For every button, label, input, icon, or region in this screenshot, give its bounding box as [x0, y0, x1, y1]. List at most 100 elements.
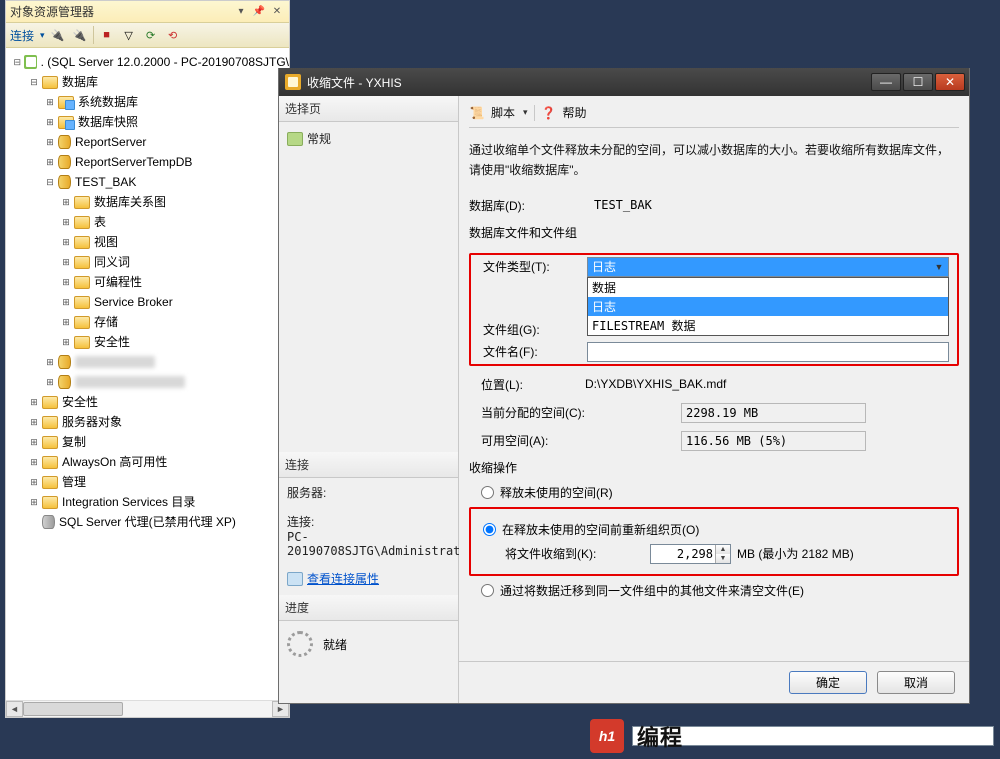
- description-text: 通过收缩单个文件释放未分配的空间，可以减小数据库的大小。若要收缩所有数据库文件，…: [469, 140, 959, 181]
- dialog-right-panel: 📜 脚本▾ ❓ 帮助 通过收缩单个文件释放未分配的空间，可以减小数据库的大小。若…: [459, 96, 969, 703]
- tree-hidden2[interactable]: ⊞: [12, 372, 289, 392]
- explorer-header: 对象资源管理器 ▾ 📌 ✕: [6, 1, 289, 23]
- progress-spinner-icon: [287, 631, 313, 657]
- pin-icon[interactable]: 📌: [251, 4, 267, 20]
- explorer-tree[interactable]: ⊟. (SQL Server 12.0.2000 - PC-20190708SJ…: [6, 48, 289, 703]
- tree-management[interactable]: ⊞管理: [12, 472, 289, 492]
- spin-down-icon[interactable]: ▼: [716, 554, 730, 563]
- connection-title: 连接: [279, 452, 458, 478]
- horizontal-scrollbar[interactable]: ◄ ►: [6, 700, 289, 717]
- tree-integration[interactable]: ⊞Integration Services 目录: [12, 492, 289, 512]
- radio-empty[interactable]: 通过将数据迁移到同一文件组中的其他文件来清空文件(E): [481, 582, 959, 599]
- tree-root[interactable]: ⊟. (SQL Server 12.0.2000 - PC-20190708SJ…: [12, 52, 289, 72]
- sync-icon[interactable]: ⟲: [164, 26, 182, 44]
- tree-testbak[interactable]: ⊟TEST_BAK: [12, 172, 289, 192]
- radio-release[interactable]: 释放未使用的空间(R): [481, 484, 959, 501]
- shrink-title: 收缩操作: [469, 459, 959, 476]
- help-icon: ❓: [541, 105, 557, 121]
- refresh-icon[interactable]: ⟳: [142, 26, 160, 44]
- reorganize-highlight: 在释放未使用的空间前重新组织页(O) 将文件收缩到(K): ▲▼ MB (最小为…: [469, 507, 959, 576]
- radio-reorganize-input[interactable]: [483, 523, 496, 536]
- tree-synonyms[interactable]: ⊞同义词: [12, 252, 289, 272]
- dropdown-icon[interactable]: ▾: [233, 4, 249, 20]
- script-icon: 📜: [469, 105, 485, 121]
- tree-servicebroker[interactable]: ⊞Service Broker: [12, 292, 289, 312]
- close-button[interactable]: ✕: [935, 73, 965, 91]
- minimize-button[interactable]: —: [871, 73, 901, 91]
- ok-button[interactable]: 确定: [789, 671, 867, 694]
- connect-icon[interactable]: 🔌: [49, 26, 67, 44]
- radio-reorganize[interactable]: 在释放未使用的空间前重新组织页(O): [483, 521, 953, 538]
- tree-alwayson[interactable]: ⊞AlwaysOn 高可用性: [12, 452, 289, 472]
- alloc-value: 2298.19 MB: [681, 403, 866, 423]
- filetype-option-log[interactable]: 日志: [588, 297, 948, 316]
- filename-input[interactable]: [587, 342, 949, 362]
- filetype-combo[interactable]: 日志▼ 数据 日志 FILESTREAM 数据: [587, 257, 949, 277]
- script-button[interactable]: 脚本: [491, 104, 515, 121]
- cancel-button[interactable]: 取消: [877, 671, 955, 694]
- tree-replication[interactable]: ⊞复制: [12, 432, 289, 452]
- help-button[interactable]: 帮助: [563, 104, 587, 121]
- avail-value: 116.56 MB (5%): [681, 431, 866, 451]
- tree-hidden1[interactable]: ⊞: [12, 352, 289, 372]
- tree-reportserver[interactable]: ⊞ReportServer: [12, 132, 289, 152]
- explorer-title: 对象资源管理器: [10, 3, 231, 20]
- filetype-label: 文件类型(T):: [483, 258, 583, 275]
- filetype-option-filestream[interactable]: FILESTREAM 数据: [588, 316, 948, 335]
- db-label: 数据库(D):: [469, 197, 594, 214]
- chevron-down-icon[interactable]: ▼: [932, 260, 946, 274]
- spin-up-icon[interactable]: ▲: [716, 545, 730, 554]
- page-general[interactable]: 常规: [287, 128, 450, 149]
- close-icon[interactable]: ✕: [269, 4, 285, 20]
- file-settings-highlight: 文件类型(T): 日志▼ 数据 日志 FILESTREAM 数据 文件组(: [469, 253, 959, 366]
- dialog-titlebar[interactable]: 收缩文件 - YXHIS — ☐ ✕: [279, 68, 969, 96]
- tree-databases[interactable]: ⊟数据库: [12, 72, 289, 92]
- shrink-to-input[interactable]: [651, 547, 715, 561]
- radio-release-input[interactable]: [481, 486, 494, 499]
- watermark-logo: h1 编程: [590, 719, 994, 753]
- select-page-title: 选择页: [279, 96, 458, 122]
- tree-serverobj[interactable]: ⊞服务器对象: [12, 412, 289, 432]
- tree-systemdb[interactable]: ⊞系统数据库: [12, 92, 289, 112]
- tree-reportservertemp[interactable]: ⊞ReportServerTempDB: [12, 152, 289, 172]
- shrink-to-spinbox[interactable]: ▲▼: [650, 544, 731, 564]
- scroll-left-icon[interactable]: ◄: [6, 701, 23, 717]
- dialog-icon: [285, 74, 301, 90]
- dialog-title: 收缩文件 - YXHIS: [307, 74, 869, 91]
- disconnect-icon[interactable]: 🔌: [71, 26, 89, 44]
- view-connection-properties[interactable]: 查看连接属性: [307, 570, 379, 587]
- tree-security[interactable]: ⊞安全性: [12, 392, 289, 412]
- dialog-left-panel: 选择页 常规 连接 服务器: 连接: PC-20190708SJTG\Admin…: [279, 96, 459, 703]
- shrink-to-label: 将文件收缩到(K):: [505, 545, 650, 562]
- tree-sqlagent[interactable]: SQL Server 代理(已禁用代理 XP): [12, 512, 289, 532]
- shrink-file-dialog: 收缩文件 - YXHIS — ☐ ✕ 选择页 常规 连接 服务器: 连接: PC…: [278, 68, 970, 704]
- radio-empty-input[interactable]: [481, 584, 494, 597]
- tree-snapshots[interactable]: ⊞数据库快照: [12, 112, 289, 132]
- db-value: TEST_BAK: [594, 198, 652, 212]
- connect-button[interactable]: 连接: [10, 27, 34, 44]
- tree-tables[interactable]: ⊞表: [12, 212, 289, 232]
- logo-text: 编程: [632, 726, 994, 746]
- object-explorer-panel: 对象资源管理器 ▾ 📌 ✕ 连接 ▾ 🔌 🔌 ■ ▽ ⟳ ⟲ ⊟. (SQL S…: [5, 0, 290, 718]
- progress-status: 就绪: [323, 636, 347, 653]
- tree-programmability[interactable]: ⊞可编程性: [12, 272, 289, 292]
- shrink-to-unit: MB (最小为 2182 MB): [737, 545, 854, 562]
- dialog-footer: 确定 取消: [459, 661, 969, 703]
- tree-views[interactable]: ⊞视图: [12, 232, 289, 252]
- properties-icon: [287, 572, 303, 586]
- tree-storage[interactable]: ⊞存储: [12, 312, 289, 332]
- filetype-option-data[interactable]: 数据: [588, 278, 948, 297]
- location-value: D:\YXDB\YXHIS_BAK.mdf: [585, 377, 726, 391]
- tree-diagrams[interactable]: ⊞数据库关系图: [12, 192, 289, 212]
- filetype-dropdown-list[interactable]: 数据 日志 FILESTREAM 数据: [587, 277, 949, 336]
- logo-mark: h1: [590, 719, 624, 753]
- filegroup-label: 文件组(G):: [483, 321, 583, 338]
- stop-icon[interactable]: ■: [98, 26, 116, 44]
- tree-security-db[interactable]: ⊞安全性: [12, 332, 289, 352]
- maximize-button[interactable]: ☐: [903, 73, 933, 91]
- connection-label: 连接:: [287, 513, 450, 530]
- scroll-thumb[interactable]: [23, 702, 123, 716]
- filename-label: 文件名(F):: [483, 343, 583, 360]
- filter-icon[interactable]: ▽: [120, 26, 138, 44]
- connection-value: PC-20190708SJTG\Administrat: [287, 530, 450, 558]
